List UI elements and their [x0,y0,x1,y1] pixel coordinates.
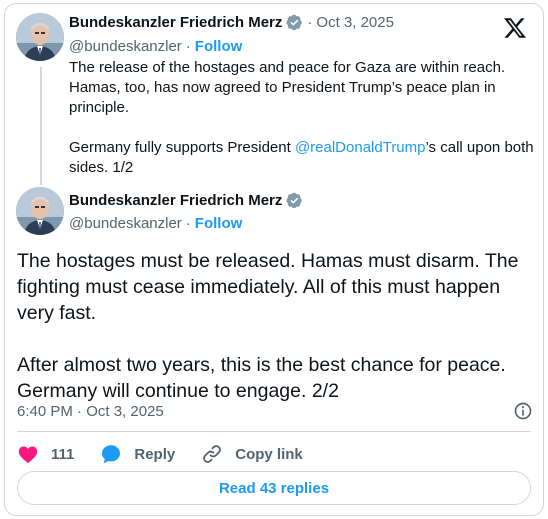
author-name[interactable]: Bundeskanzler Friedrich Merz [69,192,282,209]
reply-bubble-icon [102,445,121,464]
separator-dot: · [185,215,191,232]
verified-badge-icon [286,14,303,31]
copy-link-label: Copy link [235,445,303,463]
author-handle[interactable]: @bundeskanzler [69,215,182,232]
like-count: 111 [51,445,75,463]
main-tweet-header: Bundeskanzler Friedrich Merz [69,192,303,209]
main-tweet-paragraph-2: After almost two years, this is the best… [17,354,506,402]
reply-tweet-header: Bundeskanzler Friedrich Merz · Oct 3, 20… [69,14,394,31]
follow-button[interactable]: Follow [195,38,243,55]
separator-dot: · [185,38,191,55]
action-bar: 111 Reply Copy link [17,441,329,467]
tweet-date[interactable]: Oct 3, 2025 [316,14,394,31]
reply-button[interactable]: Reply [100,443,175,465]
reply-tweet-handle-row: @bundeskanzler · Follow [69,38,242,55]
info-icon[interactable] [513,401,533,421]
read-replies-button[interactable]: Read 43 replies [17,471,531,505]
link-icon [203,445,222,463]
separator-dot: · [307,14,313,31]
mention-link[interactable]: @realDonaldTrump [295,139,426,156]
like-button[interactable]: 111 [17,443,74,465]
thread-connector-line [40,67,42,185]
main-tweet-handle-row: @bundeskanzler · Follow [69,215,242,232]
tweet-timestamp[interactable]: 6:40 PM · Oct 3, 2025 [17,403,164,420]
author-name[interactable]: Bundeskanzler Friedrich Merz [69,14,282,31]
verified-badge-icon [286,192,303,209]
tweet-embed-card: Bundeskanzler Friedrich Merz · Oct 3, 20… [4,3,544,516]
copy-link-button[interactable]: Copy link [201,443,303,465]
x-logo-icon[interactable] [503,16,527,40]
avatar[interactable] [16,187,64,235]
reply-tweet-text: The release of the hostages and peace fo… [69,58,539,178]
follow-button[interactable]: Follow [195,215,243,232]
author-handle[interactable]: @bundeskanzler [69,38,182,55]
main-tweet-text: The hostages must be released. Hamas mus… [17,248,537,404]
avatar[interactable] [16,13,64,61]
timestamp-row: 6:40 PM · Oct 3, 2025 [17,400,533,422]
reply-tweet-paragraph-2: Germany fully supports President @realDo… [69,138,539,178]
reply-tweet-paragraph-1: The release of the hostages and peace fo… [69,59,506,116]
main-tweet-paragraph-1: The hostages must be released. Hamas mus… [17,250,519,324]
paragraph-text: Germany fully supports President [69,139,295,156]
reply-label: Reply [134,445,176,463]
divider [17,431,531,432]
heart-icon [18,446,38,463]
